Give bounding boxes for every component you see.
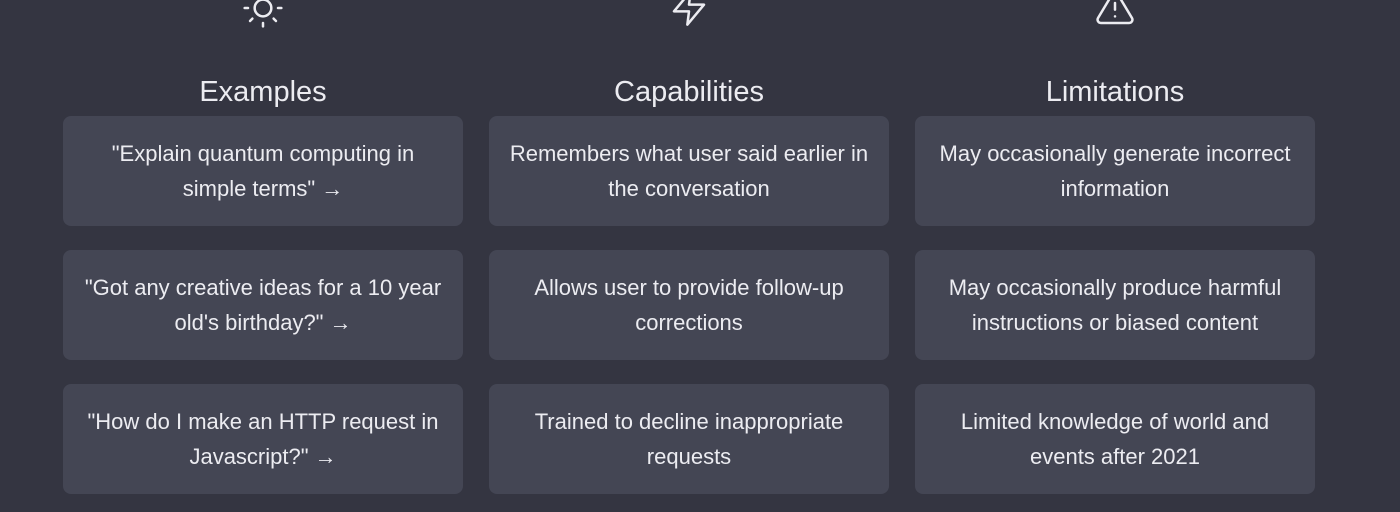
limitations-title: Limitations (1045, 76, 1185, 109)
capability-item: Allows user to provide follow-up correct… (489, 250, 889, 360)
example-prompt-button[interactable]: "Got any creative ideas for a 10 year ol… (63, 250, 463, 360)
welcome-screen: Examples "Explain quantum computing in s… (0, 0, 1400, 512)
examples-title: Examples (199, 76, 327, 109)
capabilities-title: Capabilities (614, 76, 764, 109)
capability-item: Trained to decline inappropriate request… (489, 384, 889, 494)
capability-item: Remembers what user said earlier in the … (489, 116, 889, 226)
capabilities-list: Remembers what user said earlier in the … (489, 116, 889, 512)
example-prompt-text: "Got any creative ideas for a 10 year ol… (84, 275, 442, 335)
lightning-bolt-icon (669, 0, 709, 28)
arrow-right-icon: → (329, 310, 352, 335)
sun-icon (243, 0, 283, 28)
example-prompt-button[interactable]: "Explain quantum computing in simple ter… (63, 116, 463, 226)
arrow-right-icon: → (321, 176, 344, 201)
example-prompt-text: "How do I make an HTTP request in Javasc… (87, 409, 439, 469)
limitation-item: Limited knowledge of world and events af… (915, 384, 1315, 494)
examples-list: "Explain quantum computing in simple ter… (63, 116, 463, 512)
example-prompt-button[interactable]: "How do I make an HTTP request in Javasc… (63, 384, 463, 494)
limitation-item: May occasionally produce harmful instruc… (915, 250, 1315, 360)
example-prompt-text: "Explain quantum computing in simple ter… (111, 141, 415, 201)
warning-triangle-icon (1095, 0, 1135, 28)
limitation-item: May occasionally generate incorrect info… (915, 116, 1315, 226)
arrow-right-icon: → (314, 444, 337, 469)
limitations-list: May occasionally generate incorrect info… (915, 116, 1315, 512)
